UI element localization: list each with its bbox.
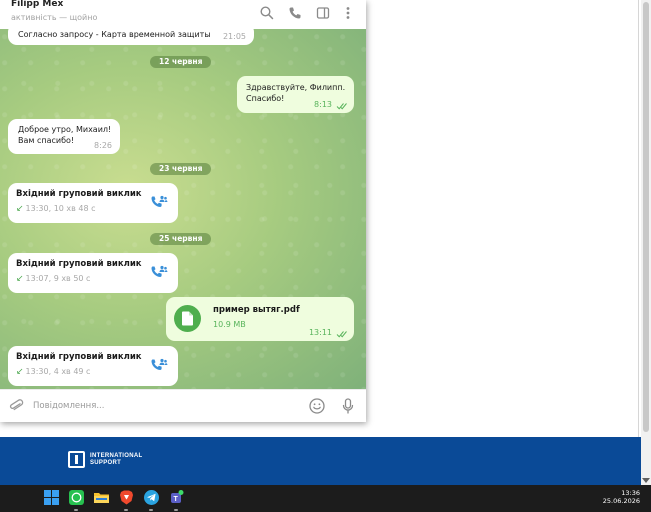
call-title: Вхідний груповий виклик [16, 189, 142, 199]
group-call-icon[interactable] [150, 264, 168, 280]
message-line-2: Вам спасибо! [18, 136, 75, 145]
scroll-down-arrow-icon[interactable] [642, 478, 650, 483]
windows-start-icon[interactable] [43, 489, 60, 506]
incoming-arrow-icon: ↙ [16, 367, 24, 377]
running-indicator [74, 509, 78, 511]
clock-time: 13:36 [621, 489, 640, 497]
file-download-button[interactable] [174, 305, 201, 332]
logo-text: INTERNATIONAL SUPPORT [90, 452, 143, 466]
message-line-1: Доброе утро, Михаил! [18, 125, 112, 134]
emoji-icon[interactable] [308, 397, 326, 415]
date-separator: 25 червня [150, 233, 212, 245]
date-separator: 23 червня [150, 163, 212, 175]
whatsapp-icon[interactable] [68, 489, 85, 511]
document-icon [182, 311, 193, 326]
system-clock[interactable]: 13:36 25.06.2026 [603, 489, 640, 505]
site-footer: INTERNATIONAL SUPPORT [0, 437, 641, 485]
brave-browser-icon[interactable] [118, 489, 135, 511]
international-support-logo[interactable]: INTERNATIONAL SUPPORT [68, 451, 142, 468]
page-scrollbar[interactable] [641, 0, 651, 485]
message-time: 8:26 [94, 141, 112, 150]
call-message[interactable]: Вхідний груповий виклик ↙ 13:30, 10 хв 48… [8, 183, 178, 223]
chat-header: Filipp Mex активність — щойно [0, 0, 366, 29]
search-icon[interactable] [259, 5, 275, 21]
paperclip-icon[interactable] [8, 398, 24, 414]
message-time: 13:11 [308, 328, 332, 337]
message-line-1: Здравствуйте, Филипп. [246, 83, 346, 92]
clock-date: 25.06.2026 [602, 497, 640, 505]
call-details: ↙ 13:30, 10 хв 48 с [16, 203, 96, 215]
telegram-window: Filipp Mex активність — щойно Согласно з… [0, 0, 366, 422]
call-title: Вхідний груповий виклик [16, 352, 142, 362]
message-line-2: Спасибо! [246, 94, 285, 103]
running-indicator [124, 509, 128, 511]
running-indicator [149, 509, 153, 511]
message-input[interactable] [33, 397, 293, 415]
more-vertical-icon[interactable] [340, 5, 356, 21]
teams-icon[interactable]: T [168, 489, 185, 511]
file-message[interactable]: пример вытяг.pdf 10.9 MB 13:11 [166, 297, 354, 341]
sidebar-toggle-icon[interactable] [315, 5, 331, 21]
read-ticks-icon [336, 331, 347, 338]
chat-status: активність — щойно [11, 13, 98, 22]
scrollbar-thumb[interactable] [643, 2, 649, 432]
running-indicator [174, 509, 178, 511]
group-call-icon[interactable] [150, 194, 168, 210]
call-message[interactable]: Вхідний груповий виклик ↙ 13:07, 9 хв 50 … [8, 253, 178, 293]
message-incoming[interactable]: Согласно запросу - Карта временной защит… [8, 29, 254, 45]
message-composer [0, 389, 366, 422]
telegram-icon[interactable] [143, 489, 160, 511]
file-explorer-icon[interactable] [93, 489, 110, 506]
svg-text:T: T [174, 496, 179, 503]
file-size: 10.9 MB [213, 320, 246, 329]
incoming-arrow-icon: ↙ [16, 274, 24, 284]
chat-history[interactable]: Согласно запросу - Карта временной защит… [0, 29, 366, 389]
page-divider [638, 0, 639, 437]
chat-name[interactable]: Filipp Mex [11, 0, 63, 9]
group-call-icon[interactable] [150, 357, 168, 373]
file-name[interactable]: пример вытяг.pdf [213, 305, 300, 316]
phone-icon[interactable] [287, 5, 303, 21]
message-incoming[interactable]: Доброе утро, Михаил! Вам спасибо! 8:26 [8, 119, 120, 154]
message-time: 8:13 [314, 100, 332, 109]
message-time: 21:05 [222, 32, 246, 41]
message-outgoing[interactable]: Здравствуйте, Филипп. Спасибо! 8:13 [237, 76, 354, 113]
call-detail-text: 13:30, 10 хв 48 с [25, 204, 96, 213]
call-message[interactable]: Вхідний груповий виклик ↙ 13:30, 4 хв 49 … [8, 346, 178, 386]
logo-icon [68, 451, 85, 468]
call-detail-text: 13:07, 9 хв 50 с [25, 274, 91, 283]
call-title: Вхідний груповий виклик [16, 259, 142, 269]
call-details: ↙ 13:30, 4 хв 49 с [16, 366, 90, 378]
date-separator: 12 червня [150, 56, 212, 68]
call-details: ↙ 13:07, 9 хв 50 с [16, 273, 90, 285]
read-ticks-icon [336, 103, 347, 110]
message-text: Согласно запросу - Карта временной защит… [18, 30, 211, 39]
taskbar: T 13:36 25.06.2026 [0, 485, 651, 512]
incoming-arrow-icon: ↙ [16, 204, 24, 214]
call-detail-text: 13:30, 4 хв 49 с [25, 367, 91, 376]
microphone-icon[interactable] [339, 397, 357, 415]
